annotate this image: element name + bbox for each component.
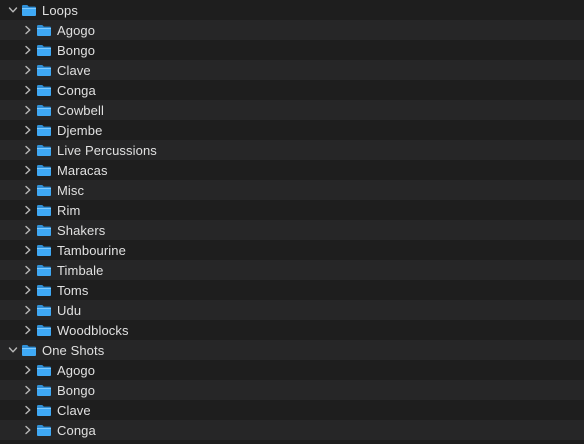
folder-row[interactable]: Agogo (0, 20, 584, 40)
folder-row-label: Clave (57, 402, 91, 418)
folder-row-label: Djembe (57, 122, 103, 138)
chevron-right-icon[interactable] (22, 164, 34, 176)
chevron-right-icon[interactable] (22, 184, 34, 196)
folder-icon (36, 124, 52, 137)
chevron-right-icon[interactable] (22, 264, 34, 276)
chevron-right-icon[interactable] (22, 124, 34, 136)
folder-row[interactable]: Misc (0, 180, 584, 200)
folder-row[interactable]: Toms (0, 280, 584, 300)
folder-icon (36, 204, 52, 217)
chevron-right-icon[interactable] (22, 244, 34, 256)
folder-icon (36, 304, 52, 317)
group-row[interactable]: Loops (0, 0, 584, 20)
folder-row-label: Conga (57, 422, 96, 438)
folder-row[interactable]: Conga (0, 420, 584, 440)
folder-row[interactable]: Shakers (0, 220, 584, 240)
folder-row-label: Cowbell (57, 102, 104, 118)
folder-row-label: Conga (57, 82, 96, 98)
chevron-right-icon[interactable] (22, 304, 34, 316)
folder-icon (36, 184, 52, 197)
folder-icon (36, 244, 52, 257)
folder-row-label: Bongo (57, 382, 96, 398)
chevron-right-icon[interactable] (22, 324, 34, 336)
chevron-right-icon[interactable] (22, 204, 34, 216)
folder-row[interactable]: Agogo (0, 360, 584, 380)
folder-row-label: Bongo (57, 42, 96, 58)
folder-row[interactable]: Timbale (0, 260, 584, 280)
group-row[interactable]: One Shots (0, 340, 584, 360)
folder-icon (36, 384, 52, 397)
chevron-right-icon[interactable] (22, 424, 34, 436)
folder-icon (21, 4, 37, 17)
folder-icon (36, 104, 52, 117)
folder-row[interactable]: Live Percussions (0, 140, 584, 160)
folder-icon (36, 144, 52, 157)
folder-row[interactable]: Woodblocks (0, 320, 584, 340)
chevron-right-icon[interactable] (22, 224, 34, 236)
folder-icon (36, 44, 52, 57)
group-row-label: One Shots (42, 342, 105, 358)
folder-icon (36, 284, 52, 297)
folder-icon (36, 404, 52, 417)
chevron-right-icon[interactable] (22, 104, 34, 116)
folder-row[interactable]: Udu (0, 300, 584, 320)
group-row-label: Loops (42, 2, 78, 18)
folder-icon (36, 364, 52, 377)
folder-row-label: Clave (57, 62, 91, 78)
folder-row-label: Toms (57, 282, 89, 298)
chevron-right-icon[interactable] (22, 24, 34, 36)
folder-icon (36, 84, 52, 97)
folder-row-label: Shakers (57, 222, 106, 238)
chevron-right-icon[interactable] (22, 384, 34, 396)
folder-row[interactable]: Clave (0, 400, 584, 420)
folder-row-label: Rim (57, 202, 81, 218)
folder-tree: Loops Agogo Bongo Clave Conga Cowbell Djembe Li… (0, 0, 584, 444)
folder-row[interactable]: Maracas (0, 160, 584, 180)
chevron-right-icon[interactable] (22, 404, 34, 416)
folder-icon (36, 224, 52, 237)
chevron-right-icon[interactable] (22, 84, 34, 96)
folder-icon (36, 24, 52, 37)
chevron-right-icon[interactable] (22, 284, 34, 296)
folder-row[interactable]: Cowbell (0, 100, 584, 120)
folder-row-label: Misc (57, 182, 85, 198)
folder-row-label: Udu (57, 302, 82, 318)
chevron-right-icon[interactable] (22, 364, 34, 376)
folder-row-label: Timbale (57, 262, 104, 278)
folder-row-label: Tambourine (57, 242, 126, 258)
folder-row[interactable]: Tambourine (0, 240, 584, 260)
folder-row[interactable]: Bongo (0, 40, 584, 60)
folder-icon (36, 264, 52, 277)
chevron-down-icon[interactable] (7, 344, 19, 356)
folder-icon (36, 424, 52, 437)
folder-icon (21, 344, 37, 357)
folder-icon (36, 324, 52, 337)
folder-row[interactable]: Conga (0, 80, 584, 100)
folder-row[interactable]: Djembe (0, 120, 584, 140)
folder-row[interactable]: Bongo (0, 380, 584, 400)
folder-icon (36, 164, 52, 177)
chevron-down-icon[interactable] (7, 4, 19, 16)
folder-row-label: Agogo (57, 362, 96, 378)
folder-row-label: Live Percussions (57, 142, 157, 158)
chevron-right-icon[interactable] (22, 44, 34, 56)
chevron-right-icon[interactable] (22, 64, 34, 76)
folder-row-label: Agogo (57, 22, 96, 38)
folder-row-label: Woodblocks (57, 322, 129, 338)
chevron-right-icon[interactable] (22, 144, 34, 156)
folder-row[interactable]: Rim (0, 200, 584, 220)
folder-icon (36, 64, 52, 77)
folder-row-label: Maracas (57, 162, 108, 178)
folder-row[interactable]: Clave (0, 60, 584, 80)
